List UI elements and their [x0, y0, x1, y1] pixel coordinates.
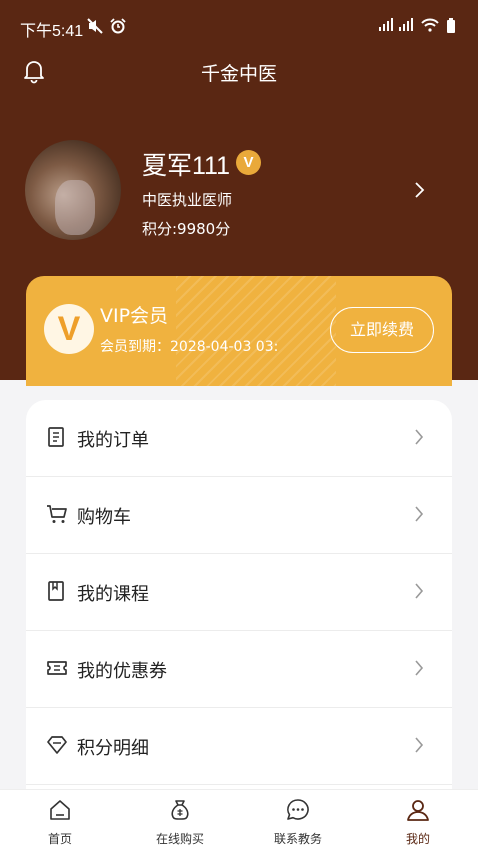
menu-item-cart[interactable]: 购物车	[26, 477, 452, 554]
vip-logo-letter: V	[57, 310, 81, 348]
menu-item-orders[interactable]: 我的订单	[26, 400, 452, 477]
diamond-icon	[47, 736, 67, 754]
status-bar: 下午5:41	[0, 0, 478, 52]
chevron-right-icon[interactable]	[413, 180, 427, 200]
tab-mine[interactable]: 我的	[358, 790, 478, 850]
top-nav-bar: 千金中医	[0, 52, 478, 92]
home-icon	[50, 800, 70, 820]
renew-button[interactable]: 立即续费	[330, 307, 434, 353]
tab-label: 我的	[405, 832, 430, 846]
tab-label: 首页	[47, 832, 72, 846]
money-bag-icon	[171, 800, 189, 820]
chevron-right-icon	[415, 660, 424, 676]
menu-item-label: 我的优惠券	[77, 661, 167, 682]
signal-icon	[399, 18, 413, 31]
coupon-icon	[47, 661, 67, 675]
chevron-right-icon	[415, 429, 424, 445]
menu-list: 我的订单 购物车 我的课程 我的优惠券 积分明细	[26, 400, 452, 800]
chat-icon	[287, 799, 309, 820]
status-time: 下午5:41	[20, 23, 84, 40]
avatar[interactable]	[25, 140, 121, 240]
chevron-right-icon	[415, 737, 424, 753]
menu-item-label: 购物车	[77, 507, 131, 528]
vip-expire-date: 会员到期：2028-04-03 03:	[100, 339, 279, 355]
menu-item-label: 我的课程	[77, 584, 149, 605]
menu-item-label: 积分明细	[77, 738, 149, 759]
tab-home[interactable]: 首页	[0, 790, 120, 850]
chevron-right-icon	[415, 506, 424, 522]
profile-section[interactable]: 夏军111 V 中医执业医师 积分:9980分	[0, 132, 478, 252]
vip-logo-icon: V	[44, 304, 94, 354]
bottom-tab-bar: 首页 在线购买 联系教务 我的	[0, 789, 478, 850]
wifi-icon	[421, 18, 439, 32]
order-list-icon	[48, 427, 64, 447]
vip-card-pattern	[176, 276, 336, 386]
tab-label: 在线购买	[155, 832, 204, 846]
vip-title: VIP会员	[100, 305, 169, 327]
page-title: 千金中医	[200, 63, 277, 85]
cart-icon	[47, 505, 67, 523]
mute-icon	[87, 18, 103, 34]
user-icon	[407, 800, 429, 821]
signal-icon	[379, 18, 393, 31]
menu-item-coupons[interactable]: 我的优惠券	[26, 631, 452, 708]
tab-buy-online[interactable]: 在线购买	[120, 790, 240, 850]
menu-item-points[interactable]: 积分明细	[26, 708, 452, 785]
tab-label: 联系教务	[273, 832, 322, 846]
course-book-icon	[48, 581, 64, 601]
alarm-icon	[110, 18, 126, 34]
chevron-right-icon	[415, 583, 424, 599]
menu-item-courses[interactable]: 我的课程	[26, 554, 452, 631]
tab-contact-staff[interactable]: 联系教务	[238, 790, 358, 850]
verified-badge: V	[236, 150, 261, 175]
battery-icon	[447, 18, 455, 33]
menu-item-label: 我的订单	[77, 430, 149, 451]
user-points: 积分:9980分	[142, 220, 231, 238]
user-title: 中医执业医师	[142, 191, 233, 209]
user-name: 夏军111	[142, 152, 231, 180]
vip-card: V VIP会员 会员到期：2028-04-03 03: 立即续费	[26, 276, 452, 386]
